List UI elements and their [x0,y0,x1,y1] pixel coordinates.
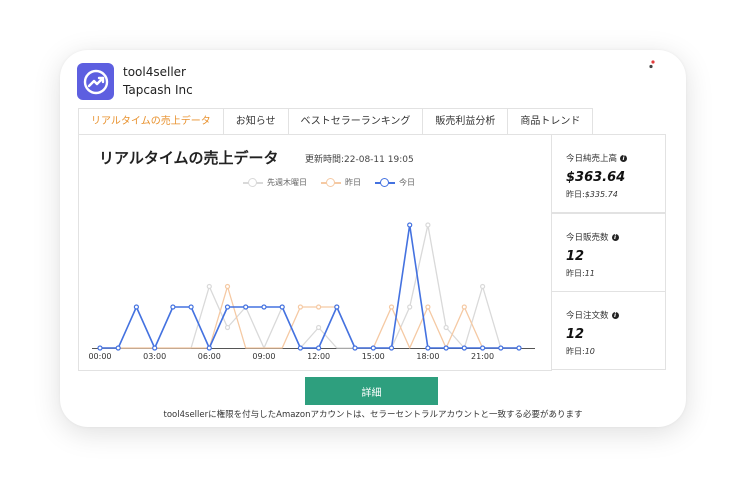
data-point[interactable] [206,345,212,351]
x-tick-label: 06:00 [198,352,221,361]
data-point[interactable] [443,324,449,331]
data-point[interactable] [152,345,158,351]
data-point[interactable] [261,304,267,310]
x-tick-label: 18:00 [416,352,439,361]
footnote: tool4sellerに権限を付与したAmazonアカウントは、セラーセントラル… [163,410,583,420]
data-point[interactable] [297,345,303,351]
chart-panel: リアルタイムの売上データ 更新時間:22-08-11 19:05 先週木曜日 昨… [78,134,552,371]
stat-label: 今日純売上高 [566,154,618,164]
stat-label: 今日販売数 [566,233,609,243]
x-tick-label: 00:00 [88,352,111,361]
x-tick-label: 09:00 [252,352,275,361]
stat-prev-value: $335.74 [584,190,618,199]
data-point[interactable] [170,304,176,310]
data-point[interactable] [425,345,431,351]
stat-label: 今日注文数 [566,311,609,321]
sales-line-chart: 00:00 03:00 06:00 09:00 12:00 15:00 18:00 21:00 [88,222,535,361]
data-point[interactable] [334,304,340,310]
data-point[interactable] [407,222,413,228]
stat-orders: 今日注文数 i 12 昨日:10 [551,291,666,370]
info-icon[interactable]: i [620,154,628,162]
data-point[interactable] [425,222,431,228]
data-point[interactable] [279,304,285,310]
stat-value: 12 [566,249,585,264]
x-tick-label: 21:00 [471,352,494,361]
stat-prev-label: 昨日: [566,347,585,356]
data-point[interactable] [461,345,467,351]
data-point[interactable] [425,304,431,310]
data-point[interactable] [352,345,358,351]
data-point[interactable] [316,304,322,310]
stat-prev-value: 10 [584,347,595,356]
tab-product-trend[interactable]: 商品トレンド [507,108,594,134]
stat-units-sold: 今日販売数 i 12 昨日:11 [551,213,666,292]
data-point[interactable] [224,304,231,310]
data-point[interactable] [316,345,322,351]
tab-profit-analysis[interactable]: 販売利益分析 [422,108,509,134]
tab-notices[interactable]: お知らせ [222,108,289,134]
more-vertical-icon[interactable] [646,58,656,72]
data-point[interactable] [370,345,376,351]
tab-realtime-sales[interactable]: リアルタイムの売上データ [78,108,224,134]
data-point[interactable] [443,345,449,351]
stat-value: $363.64 [566,170,626,185]
data-point[interactable] [97,345,103,351]
data-point[interactable] [480,283,486,290]
data-point[interactable] [316,324,322,331]
x-tick-label: 15:00 [362,352,385,361]
data-point[interactable] [480,345,486,351]
data-point[interactable] [461,304,467,310]
data-point[interactable] [224,324,231,331]
data-point[interactable] [133,304,140,310]
stats-column: 今日純売上高 i $363.64 昨日:$335.74 今日販売数 i 12 昨日:… [551,134,666,370]
data-point[interactable] [498,345,504,351]
data-point[interactable] [206,283,212,290]
data-point[interactable] [388,345,395,351]
data-point[interactable] [407,304,413,310]
series-line-2 [100,224,519,349]
tab-bar: リアルタイムの売上データ お知らせ ベストセラーランキング 販売利益分析 商品ト… [78,108,594,135]
stat-value: 12 [566,327,585,342]
app-name: tool4seller [123,65,186,79]
data-point[interactable] [516,345,522,351]
data-point[interactable] [224,283,231,290]
app-logo-icon [77,63,114,100]
info-icon[interactable]: i [611,311,619,319]
stat-prev-label: 昨日: [566,269,585,278]
company-name: Tapcash Inc [123,83,193,97]
data-point[interactable] [297,304,303,310]
info-icon[interactable]: i [611,233,619,241]
x-tick-label: 03:00 [143,352,166,361]
detail-button[interactable]: 詳細 [305,377,438,405]
stat-prev-value: 11 [584,269,595,278]
data-point[interactable] [388,304,395,310]
data-point[interactable] [243,304,249,310]
data-point[interactable] [188,304,194,310]
stat-prev-label: 昨日: [566,190,585,199]
sales-widget-card: tool4seller Tapcash Inc リアルタイムの売上データ お知ら… [60,50,686,427]
tab-bestseller-ranking[interactable]: ベストセラーランキング [287,108,424,134]
x-tick-label: 12:00 [307,352,330,361]
stat-net-sales: 今日純売上高 i $363.64 昨日:$335.74 [551,134,666,213]
data-point[interactable] [115,345,121,351]
